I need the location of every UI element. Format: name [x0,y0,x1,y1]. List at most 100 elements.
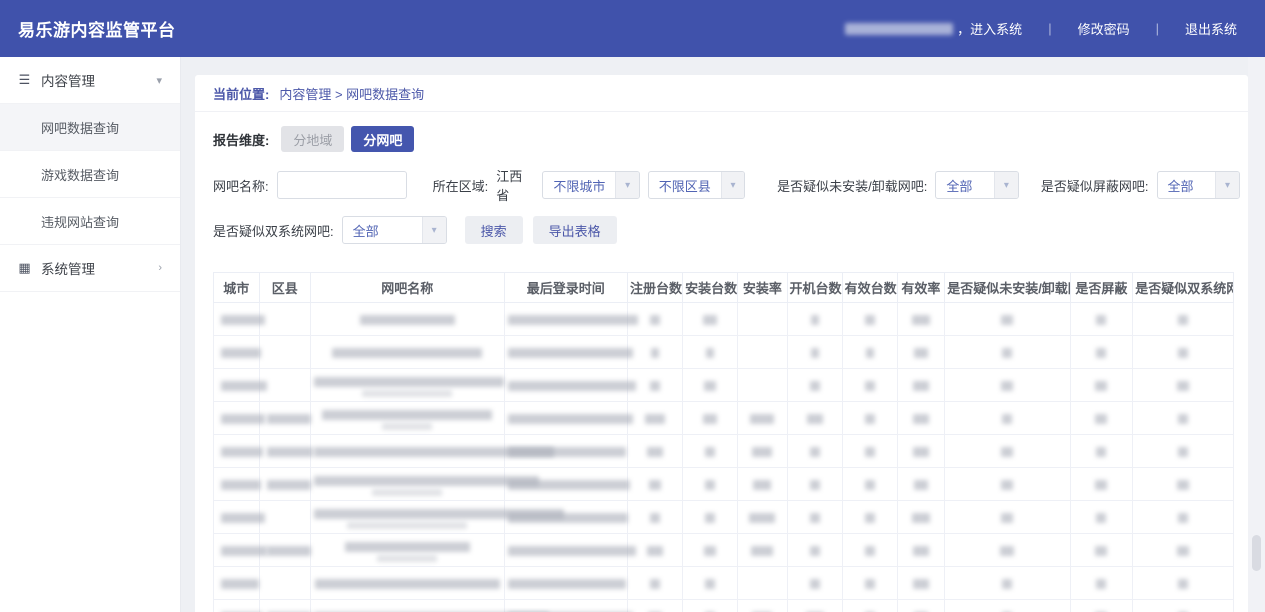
redacted-cell [627,600,682,612]
redacted-cell [683,534,738,567]
redacted-cell [504,567,627,600]
redacted-cell [945,336,1070,369]
column-header: 有效台数 [842,273,897,303]
redacted-block [913,447,929,457]
table-row [214,567,1234,600]
redacted-cell [1070,534,1133,567]
redacted-cell [627,501,682,534]
redacted-cell [1070,402,1133,435]
redacted-cell [259,534,310,567]
username-redacted [845,23,953,35]
redacted-block [508,348,633,358]
redacted-block [1177,480,1189,490]
sidebar-item-0[interactable]: 网吧数据查询 [0,104,180,151]
redacted-cell [897,336,945,369]
region-label: 所在区域: [433,176,489,195]
table-row [214,600,1234,612]
city-select[interactable]: 不限城市 ▾ [542,171,639,199]
redacted-block [865,315,875,325]
redacted-block [810,546,820,556]
redacted-cell [310,402,504,435]
dimension-tab-1[interactable]: 分网吧 [351,126,414,152]
sidebar-group-system-mgmt[interactable]: ▦ 系统管理 › [0,245,180,292]
redacted-block [1096,447,1106,457]
separator: | [1156,21,1159,36]
enter-system-link[interactable]: ，进入系统 [957,19,1022,38]
redacted-block [705,513,715,523]
redacted-cell [1133,435,1234,468]
redacted-block [705,480,715,490]
redacted-block [1095,546,1107,556]
export-table-button[interactable]: 导出表格 [533,216,617,244]
redacted-cell [945,534,1070,567]
redacted-cell [259,303,310,336]
change-password-link[interactable]: 修改密码 [1078,19,1130,38]
redacted-block [650,513,660,523]
redacted-block [1096,579,1106,589]
redacted-cell [214,435,260,468]
redacted-block [221,480,261,490]
table-row [214,336,1234,369]
redacted-cell [738,567,787,600]
breadcrumb-path[interactable]: 内容管理 > 网吧数据查询 [279,84,424,103]
redacted-cell [842,600,897,612]
redacted-block [1001,480,1013,490]
redacted-cell [310,303,504,336]
page-scrollbar-thumb[interactable] [1252,535,1261,571]
redacted-cell [738,435,787,468]
redacted-block [221,414,265,424]
chevron-down-icon: ▾ [156,74,162,87]
redacted-cell [738,336,787,369]
column-header: 注册台数 [627,273,682,303]
redacted-block [221,447,263,457]
uninstall-select-value: 全部 [936,176,994,195]
redacted-block [332,348,482,358]
redacted-block [914,480,928,490]
sidebar-item-1[interactable]: 游戏数据查询 [0,151,180,198]
redacted-cell [897,402,945,435]
table-row [214,468,1234,501]
dual-system-select[interactable]: 全部 ▾ [342,216,447,244]
redacted-cell [627,435,682,468]
breadcrumb-label: 当前位置: [213,84,269,103]
redacted-block [1002,579,1012,589]
filter-row-1: 网吧名称: 所在区域: 江西省 不限城市 ▾ 不限区县 ▾ 是否疑似未安装/卸载… [213,166,1248,204]
redacted-cell [1070,303,1133,336]
column-header: 安装台数 [683,273,738,303]
redacted-cell [683,336,738,369]
sidebar-item-2[interactable]: 违规网站查询 [0,198,180,245]
redacted-cell [504,435,627,468]
cafe-name-input[interactable] [277,171,407,199]
redacted-cell [787,501,842,534]
table-row [214,303,1234,336]
redacted-block [267,480,311,490]
redacted-cell [1070,336,1133,369]
redacted-block [360,315,455,325]
redacted-block [913,546,929,556]
district-select[interactable]: 不限区县 ▾ [648,171,745,199]
redacted-cell [787,600,842,612]
redacted-cell [214,501,260,534]
redacted-cell [1133,534,1234,567]
search-button[interactable]: 搜索 [465,216,523,244]
redacted-cell [897,435,945,468]
page-scrollbar-track[interactable] [1248,57,1265,612]
redacted-cell [627,534,682,567]
redacted-cell [683,468,738,501]
redacted-block [807,414,823,424]
redacted-cell [945,303,1070,336]
redacted-block [267,414,311,424]
redacted-cell [897,600,945,612]
redacted-block [267,447,313,457]
column-header: 是否疑似未安装/卸载网吧 [945,273,1070,303]
blocked-select[interactable]: 全部 ▾ [1157,171,1241,199]
redacted-block [810,480,820,490]
redacted-block-sub [382,423,432,430]
redacted-cell [787,435,842,468]
uninstall-select[interactable]: 全部 ▾ [935,171,1019,199]
dimension-tab-0[interactable]: 分地域 [281,126,344,152]
redacted-block [1095,480,1107,490]
redacted-block [865,513,875,523]
sidebar-group-content-mgmt[interactable]: ☰ 内容管理 ▾ [0,57,180,104]
logout-link[interactable]: 退出系统 [1185,19,1237,38]
